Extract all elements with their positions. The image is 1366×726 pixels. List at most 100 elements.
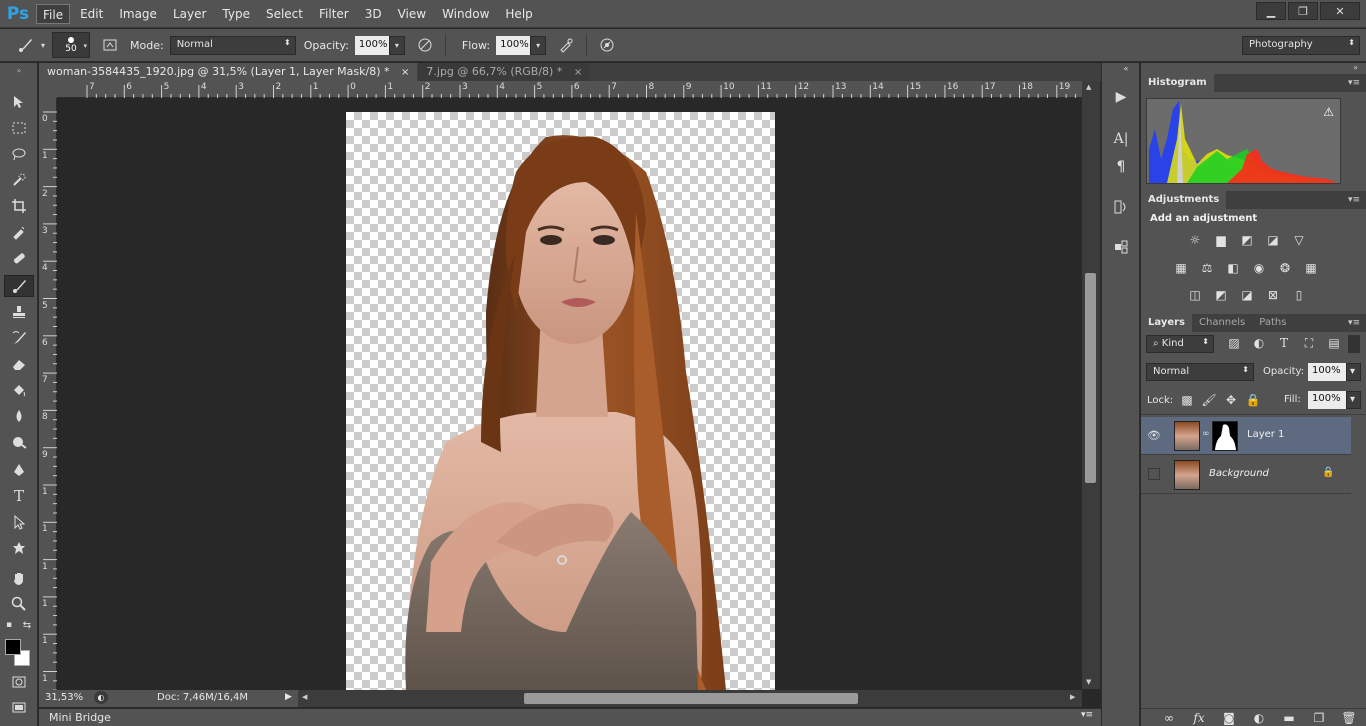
vibrance-icon[interactable]: ▽ [1291,233,1307,247]
menu-type[interactable]: Type [216,4,256,24]
status-arrow-icon[interactable]: ▶ [285,692,292,702]
scroll-down-icon[interactable]: ▼ [1086,678,1091,686]
blur-tool-icon[interactable] [4,405,34,427]
pressure-size-icon[interactable] [595,33,619,57]
panel-menu-icon[interactable]: ▾≡ [1081,710,1093,720]
channel-mixer-icon[interactable]: ❂ [1277,261,1293,275]
menu-layer[interactable]: Layer [167,4,212,24]
close-icon[interactable]: × [401,67,409,78]
brush-tool-icon[interactable] [14,33,38,57]
shape-layer-filter-icon[interactable]: ⛶ [1301,336,1317,350]
threshold-icon[interactable]: ◪ [1239,288,1255,302]
new-adjustment-layer-icon[interactable]: ◐ [1251,711,1267,725]
chevron-down-icon[interactable]: ▾ [38,33,48,57]
menu-help[interactable]: Help [499,4,538,24]
tab-woman-document[interactable]: woman-3584435_1920.jpg @ 31,5% (Layer 1,… [39,63,418,81]
add-mask-icon[interactable]: ◙ [1221,711,1237,725]
warning-icon[interactable]: ⚠ [1323,105,1334,119]
menu-view[interactable]: View [392,4,432,24]
lock-image-icon[interactable]: 🖌 [1201,393,1217,407]
gradient-map-icon[interactable]: ▯ [1291,288,1307,302]
fill-field[interactable]: 100% [1308,391,1346,409]
horizontal-scroll-thumb[interactable] [524,693,858,704]
panel-menu-icon[interactable]: ▾≡ [1348,195,1360,205]
pixel-layer-filter-icon[interactable]: ▨ [1226,336,1242,350]
eraser-tool-icon[interactable] [4,353,34,375]
airbrush-icon[interactable] [554,33,578,57]
panel-menu-icon[interactable]: ▾≡ [1348,78,1360,88]
posterize-icon[interactable]: ◩ [1213,288,1229,302]
layer-row-layer-1[interactable]: 👁 ∞ Layer 1 [1141,417,1351,455]
restore-button[interactable]: ❐ [1288,2,1318,20]
invert-icon[interactable]: ◫ [1187,288,1203,302]
quick-selection-tool-icon[interactable] [4,169,34,191]
quick-mask-icon[interactable] [4,671,34,693]
healing-brush-tool-icon[interactable] [4,247,34,269]
color-lookup-icon[interactable]: ▦ [1303,261,1319,275]
canvas-area[interactable] [57,98,1082,690]
link-icon[interactable]: ∞ [1202,429,1210,439]
selective-color-icon[interactable]: ⊠ [1265,288,1281,302]
new-layer-icon[interactable]: ❐ [1311,711,1327,725]
type-layer-filter-icon[interactable]: T [1276,336,1292,350]
levels-icon[interactable]: ▆ [1213,233,1229,247]
lock-all-icon[interactable]: 🔒 [1245,393,1261,407]
brush-preset-picker[interactable]: 50 ▾ [52,32,90,58]
character-panel-icon[interactable]: A| [1108,128,1134,150]
swap-colors-icon[interactable]: ⇆ [20,618,34,632]
zoom-level[interactable]: 31,53% [45,692,83,703]
vertical-scrollbar[interactable]: ▲ ▼ [1082,81,1100,689]
status-menu-icon[interactable]: ◐ [94,691,108,704]
menu-file[interactable]: File [36,3,71,24]
tab-histogram[interactable]: Histogram [1141,74,1214,92]
delete-layer-icon[interactable]: 🗑 [1341,711,1357,725]
lasso-tool-icon[interactable] [4,143,34,165]
document-canvas[interactable] [346,112,775,690]
tab-adjustments[interactable]: Adjustments [1141,191,1227,209]
brush-panel-toggle-icon[interactable] [98,33,122,57]
3d-panel-icon[interactable] [1108,236,1134,258]
hand-tool-icon[interactable] [4,567,34,589]
layer-mask-thumbnail[interactable] [1212,421,1238,451]
eye-icon[interactable]: 👁 [1147,429,1161,443]
menu-select[interactable]: Select [260,4,309,24]
type-tool-icon[interactable]: T [4,485,34,507]
layer-filter-kind-select[interactable]: ⌕ Kind ⬍ [1146,335,1214,353]
history-brush-tool-icon[interactable] [4,327,34,349]
tab-7-document[interactable]: 7.jpg @ 66,7% (RGB/8) * × [418,63,591,81]
scroll-left-icon[interactable]: ◀ [302,693,307,701]
horizontal-scrollbar[interactable]: ◀ ▶ [298,690,1082,707]
menu-3d[interactable]: 3D [359,4,388,24]
exposure-icon[interactable]: ◪ [1265,233,1281,247]
minimize-button[interactable]: ▁ [1256,2,1286,20]
foreground-color-swatch[interactable] [5,639,21,655]
scroll-right-icon[interactable]: ▶ [1070,693,1075,701]
pen-tool-icon[interactable] [4,459,34,481]
opacity-field[interactable]: 100% [354,35,389,55]
custom-shape-tool-icon[interactable] [4,537,34,559]
mode-select[interactable]: Normal ⬍ [169,35,296,55]
tab-paths[interactable]: Paths [1252,314,1293,332]
history-panel-icon[interactable] [1108,196,1134,218]
menu-filter[interactable]: Filter [313,4,355,24]
flow-field[interactable]: 100% [496,35,531,55]
screen-mode-icon[interactable] [4,697,34,719]
layer-style-icon[interactable]: fx [1191,711,1207,725]
hue-saturation-icon[interactable]: ▦ [1173,261,1189,275]
layer-opacity-slider-toggle[interactable]: ▾ [1346,363,1361,381]
marquee-tool-icon[interactable] [4,117,34,139]
horizontal-ruler[interactable]: 7 6 5 4 3 2 1 0 1 2 3 4 5 6 7 8 9 10 11 12 13 14 15 16 17 18 19 [57,81,1082,98]
new-group-icon[interactable]: ▬ [1281,711,1297,725]
close-button[interactable]: ✕ [1320,2,1360,20]
zoom-tool-icon[interactable] [4,593,34,615]
visibility-toggle[interactable] [1148,468,1160,480]
menu-edit[interactable]: Edit [74,4,109,24]
blend-mode-select[interactable]: Normal ⬍ [1146,363,1254,381]
pressure-opacity-icon[interactable] [413,33,437,57]
adjustment-layer-filter-icon[interactable]: ◐ [1251,336,1267,350]
ruler-origin[interactable] [39,81,57,98]
tab-layers[interactable]: Layers [1141,314,1192,332]
scroll-up-icon[interactable]: ▲ [1086,83,1091,91]
collapse-arrows-icon[interactable]: » [4,65,34,75]
filter-toggle[interactable] [1348,335,1360,353]
